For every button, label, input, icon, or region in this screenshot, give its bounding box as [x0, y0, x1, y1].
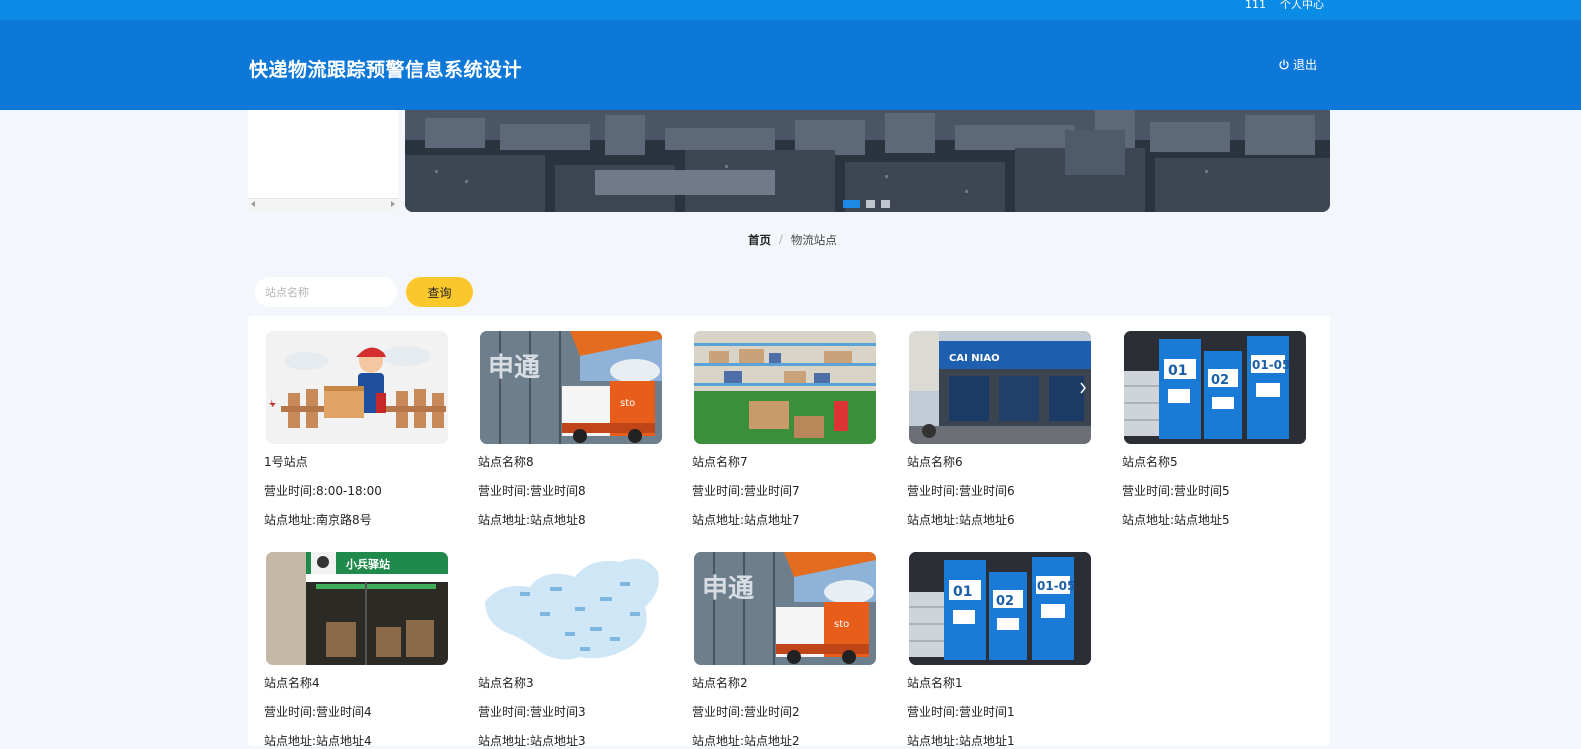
- station-card[interactable]: 站点名称3 营业时间:营业时间3 站点地址:站点地址3: [478, 552, 662, 748]
- breadcrumb-separator: /: [779, 232, 783, 246]
- breadcrumb-home[interactable]: 首页: [748, 232, 771, 248]
- station-image[interactable]: 01 02 01-05: [1124, 331, 1306, 444]
- svg-text:01-05: 01-05: [1037, 579, 1075, 593]
- svg-text:小兵驿站: 小兵驿站: [345, 557, 390, 571]
- site-title: 快递物流跟踪预警信息系统设计: [249, 59, 523, 81]
- station-card[interactable]: CAI NIAO 站点名称6 营业时间:营业时间6 站点地址:站点地址6: [907, 331, 1091, 527]
- svg-text:sto: sto: [834, 619, 849, 630]
- station-image[interactable]: 申通 sto: [480, 331, 662, 444]
- svg-text:02: 02: [996, 594, 1014, 609]
- svg-text:申通: 申通: [488, 353, 540, 383]
- station-address: 站点地址:站点地址1: [907, 734, 1015, 748]
- station-hours: 营业时间:营业时间2: [692, 705, 800, 719]
- station-hours: 营业时间:营业时间7: [692, 484, 800, 498]
- station-name: 站点名称2: [692, 676, 748, 690]
- station-hours: 营业时间:营业时间6: [907, 484, 1015, 498]
- station-address: 站点地址:站点地址2: [692, 734, 800, 748]
- station-card[interactable]: 小兵驿站 站点名称4 营业时间:营业时间4 站点地址:站点地址4: [264, 552, 448, 748]
- logout-button[interactable]: 退出: [1278, 56, 1317, 73]
- station-image[interactable]: 01 02 01-05: [909, 552, 1091, 665]
- side-menu-scrollbar[interactable]: [248, 198, 398, 211]
- carousel-dot-1[interactable]: [843, 200, 860, 208]
- station-card[interactable]: 01 02 01-05 站点名称5 营业时间:营业时间5 站点地址:站点地址5: [1122, 331, 1306, 527]
- station-image[interactable]: CAI NIAO: [909, 331, 1091, 444]
- side-menu-panel: [248, 110, 398, 198]
- station-hours: 营业时间:营业时间8: [478, 484, 586, 498]
- station-hours: 营业时间:营业时间3: [478, 705, 586, 719]
- scroll-right-icon[interactable]: [391, 201, 395, 207]
- username[interactable]: 111: [1245, 0, 1266, 10]
- station-name: 站点名称7: [692, 455, 748, 469]
- station-address: 站点地址:站点地址5: [1122, 513, 1230, 527]
- station-hours: 营业时间:营业时间5: [1122, 484, 1230, 498]
- svg-text:sto: sto: [620, 398, 635, 409]
- station-image[interactable]: 小兵驿站: [266, 552, 448, 665]
- svg-text:01: 01: [953, 584, 972, 600]
- carousel-dot-3[interactable]: [881, 200, 890, 208]
- station-name: 站点名称6: [907, 455, 963, 469]
- top-strip: 111 个人中心: [0, 0, 1581, 20]
- scroll-left-icon[interactable]: [251, 201, 255, 207]
- station-list-panel: 1号站点 营业时间:8:00-18:00 站点地址:南京路8号 申通 sto 站…: [248, 316, 1330, 748]
- svg-text:02: 02: [1211, 373, 1229, 388]
- power-icon: [1279, 59, 1289, 69]
- station-image[interactable]: 申通 sto: [694, 552, 876, 665]
- svg-text:01-05: 01-05: [1252, 358, 1290, 372]
- station-hours: 营业时间:营业时间1: [907, 705, 1015, 719]
- station-name: 站点名称5: [1122, 455, 1178, 469]
- carousel-indicators: [843, 200, 890, 208]
- banner-carousel[interactable]: [405, 110, 1330, 212]
- breadcrumb-current: 物流站点: [790, 233, 837, 247]
- city-skyline-image: [405, 110, 1330, 212]
- station-name: 站点名称4: [264, 676, 320, 690]
- carousel-dot-2[interactable]: [866, 200, 875, 208]
- svg-text:CAI NIAO: CAI NIAO: [949, 353, 1000, 364]
- station-card[interactable]: 申通 sto 站点名称2 营业时间:营业时间2 站点地址:站点地址2: [692, 552, 876, 748]
- station-card[interactable]: 01 02 01-05 站点名称1 营业时间:营业时间1 站点地址:站点地址1: [907, 552, 1091, 748]
- station-address: 站点地址:站点地址7: [692, 513, 800, 527]
- station-image[interactable]: [694, 331, 876, 444]
- svg-text:01: 01: [1168, 363, 1187, 379]
- station-address: 站点地址:站点地址8: [478, 513, 586, 527]
- station-card[interactable]: 1号站点 营业时间:8:00-18:00 站点地址:南京路8号: [264, 331, 448, 527]
- station-card[interactable]: 申通 sto 站点名称8 营业时间:营业时间8 站点地址:站点地址8: [478, 331, 662, 527]
- station-image[interactable]: [266, 331, 448, 444]
- station-name: 站点名称1: [907, 676, 963, 690]
- station-hours: 营业时间:营业时间4: [264, 705, 372, 719]
- station-address: 站点地址:站点地址6: [907, 513, 1015, 527]
- station-image[interactable]: [480, 552, 662, 665]
- station-hours: 营业时间:8:00-18:00: [264, 484, 382, 498]
- station-name: 站点名称8: [478, 455, 534, 469]
- station-address: 站点地址:站点地址3: [478, 734, 586, 748]
- station-address: 站点地址:南京路8号: [264, 513, 372, 527]
- breadcrumb: 首页 / 物流站点: [748, 232, 837, 248]
- svg-text:申通: 申通: [702, 574, 754, 604]
- station-address: 站点地址:站点地址4: [264, 734, 372, 748]
- header: 快递物流跟踪预警信息系统设计 退出: [0, 20, 1581, 110]
- station-name-search-input[interactable]: [255, 277, 397, 307]
- station-card[interactable]: 站点名称7 营业时间:营业时间7 站点地址:站点地址7: [692, 331, 876, 527]
- station-name: 站点名称3: [478, 676, 534, 690]
- station-name: 1号站点: [264, 455, 308, 469]
- personal-center-link[interactable]: 个人中心: [1280, 0, 1324, 10]
- logout-label: 退出: [1293, 58, 1318, 72]
- query-button[interactable]: 查询: [406, 277, 473, 307]
